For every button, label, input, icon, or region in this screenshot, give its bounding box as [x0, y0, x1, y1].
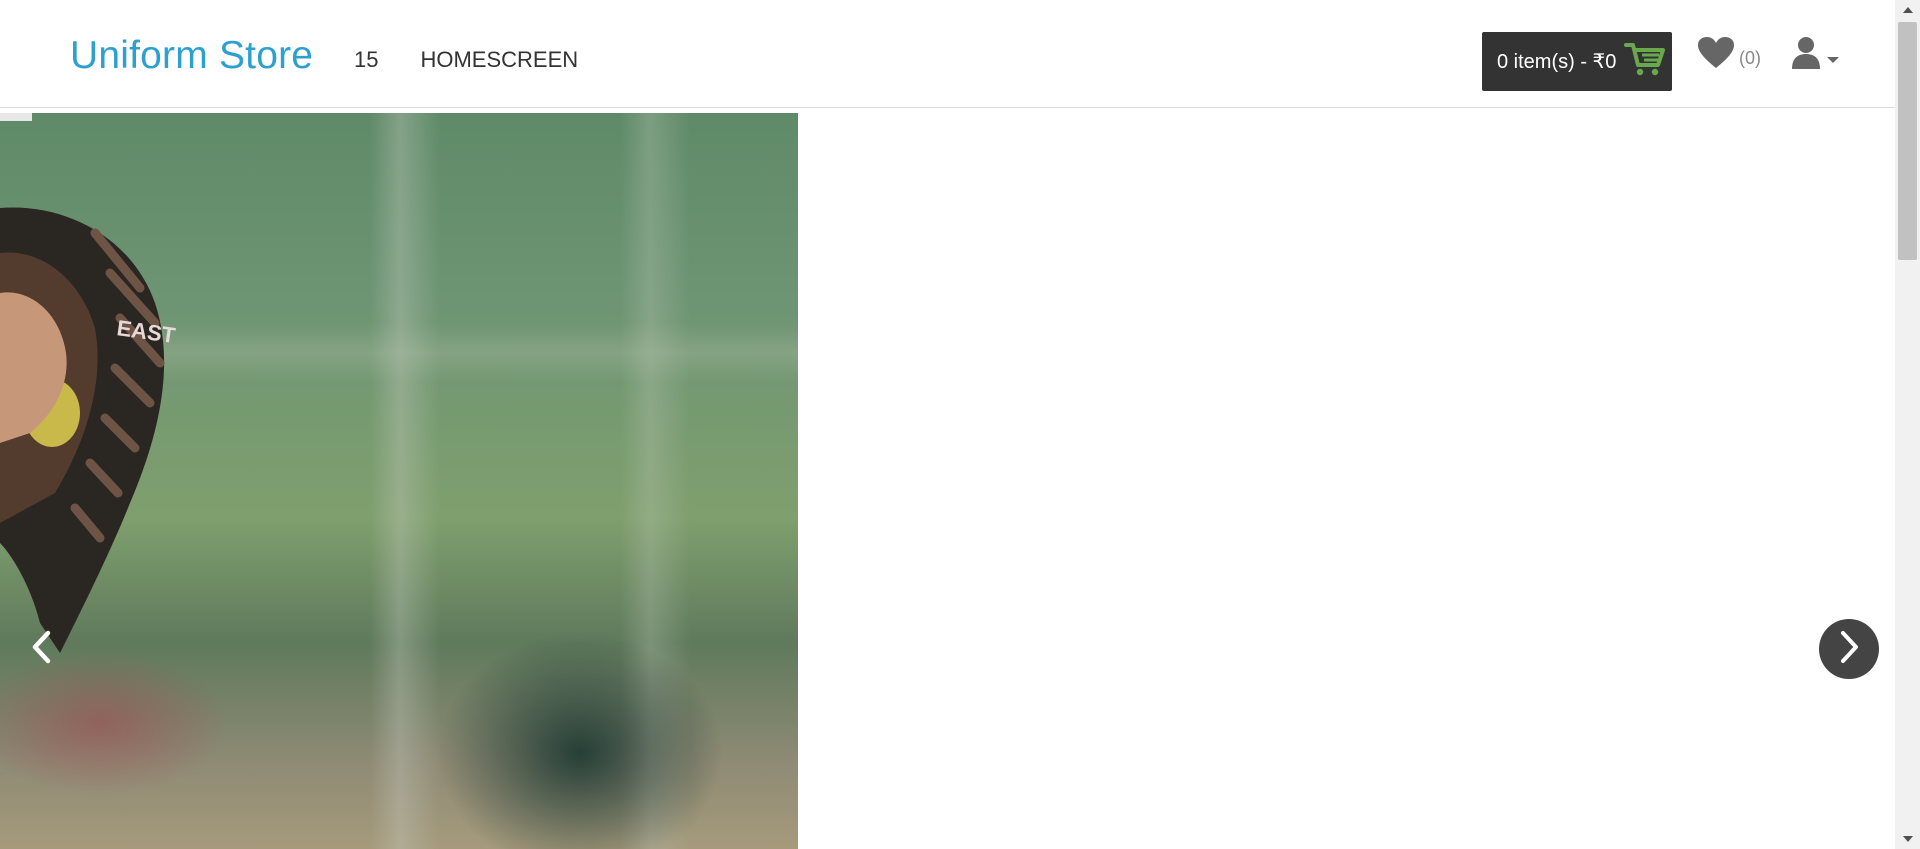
main-nav: 15 HOMESCREEN: [354, 47, 578, 73]
nav-item-15[interactable]: 15: [354, 47, 378, 73]
nav-item-homescreen[interactable]: HOMESCREEN: [420, 47, 578, 73]
account-dropdown[interactable]: [1791, 36, 1839, 75]
chevron-right-icon: [1837, 630, 1861, 669]
slider-next-button[interactable]: [1819, 619, 1879, 679]
slide-image-baseball-glove: EAST: [0, 113, 798, 849]
cart-icon: [1616, 41, 1666, 83]
scrollbar-thumb[interactable]: [1898, 22, 1917, 260]
scroll-down-arrow-icon[interactable]: [1895, 829, 1920, 849]
hero-slider: EAST: [0, 113, 1895, 849]
slider-prev-button[interactable]: [12, 619, 72, 679]
store-logo-link[interactable]: Uniform Store: [70, 34, 313, 78]
page-scrollbar[interactable]: [1895, 0, 1920, 849]
scroll-up-arrow-icon[interactable]: [1895, 0, 1920, 20]
wishlist-link[interactable]: (0): [1697, 36, 1761, 75]
cart-button[interactable]: 0 item(s) - ₹0: [1482, 32, 1672, 91]
user-icon: [1791, 36, 1821, 75]
chevron-down-icon: [1827, 56, 1839, 63]
heart-icon: [1697, 36, 1735, 75]
site-header: Uniform Store 15 HOMESCREEN 0 item(s) - …: [0, 0, 1895, 108]
page: Uniform Store 15 HOMESCREEN 0 item(s) - …: [0, 0, 1920, 849]
wishlist-count: (0): [1739, 48, 1761, 68]
chevron-left-icon: [30, 630, 54, 669]
cart-summary-label: 0 item(s) - ₹0: [1497, 51, 1617, 73]
slide-indicator: [0, 113, 32, 121]
